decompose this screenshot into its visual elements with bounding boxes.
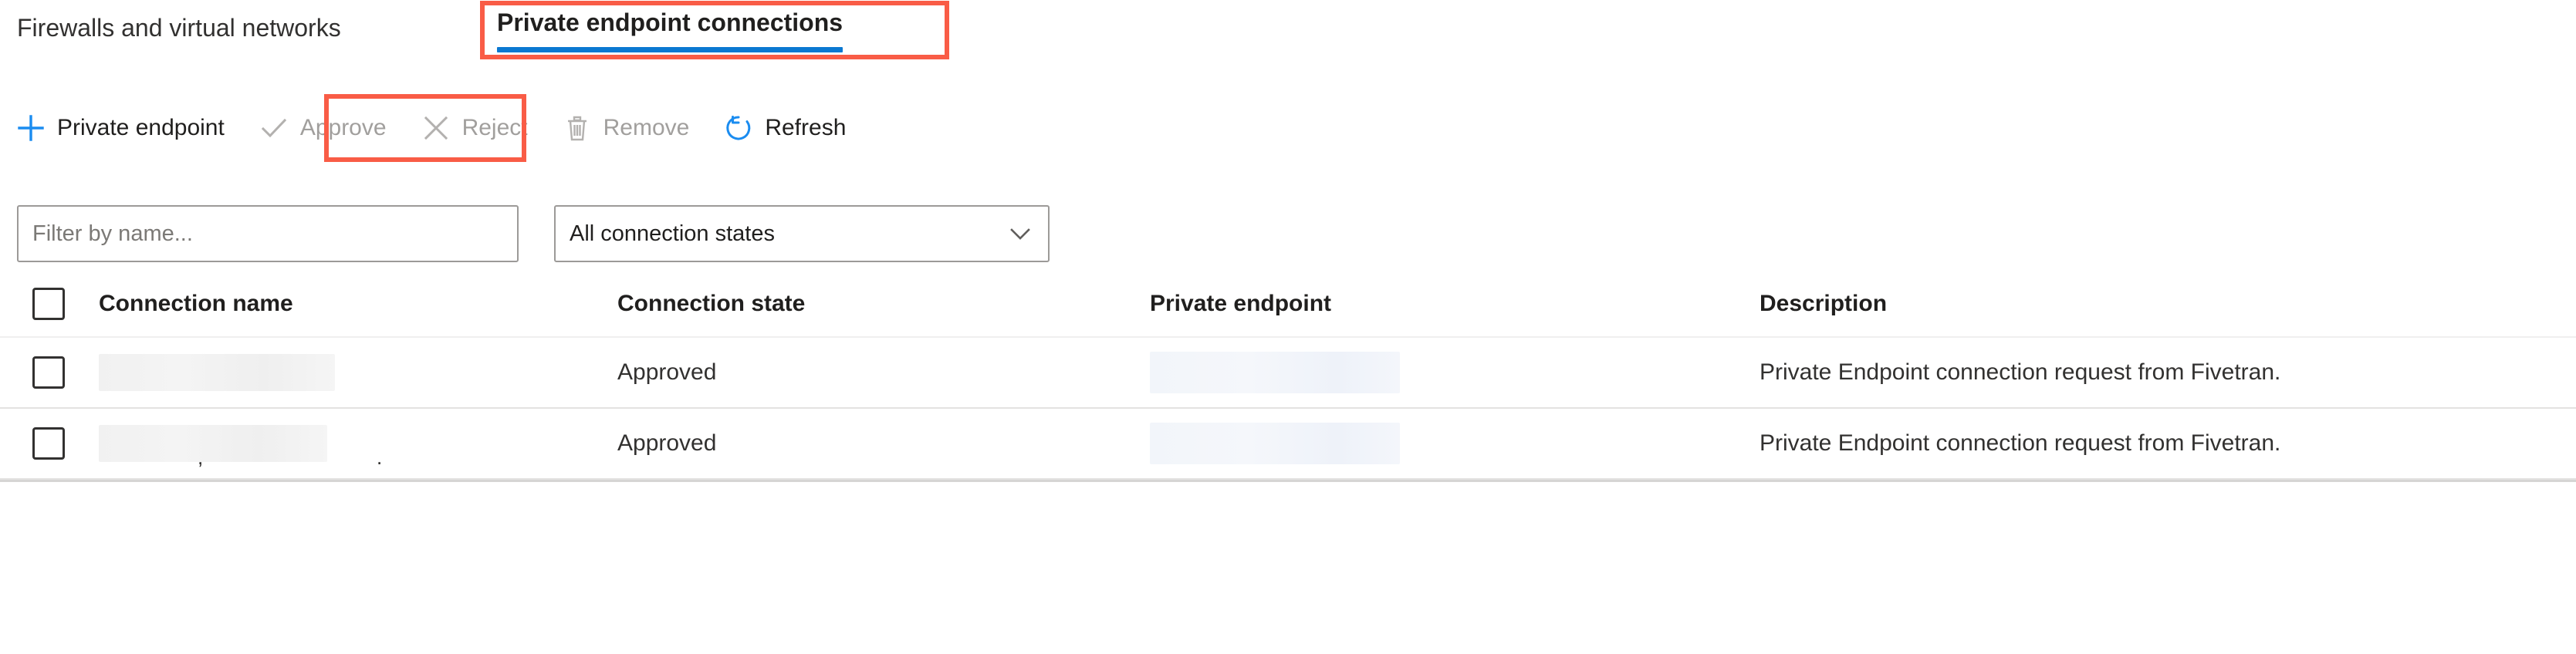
description-value: Private Endpoint connection request from…	[1760, 359, 2281, 385]
redacted-private-endpoint	[1150, 352, 1400, 393]
column-header-private-endpoint[interactable]: Private endpoint	[1150, 271, 1760, 336]
table-row[interactable]: , . Approved Private Endpoint connection…	[0, 409, 2576, 480]
table-bottom-border	[0, 480, 2576, 482]
column-header-private-endpoint-label: Private endpoint	[1150, 291, 1332, 316]
connection-state-dropdown[interactable]: All connection states	[554, 205, 1050, 262]
redacted-private-endpoint	[1150, 423, 1400, 464]
close-icon	[421, 113, 451, 143]
row-checkbox[interactable]	[32, 427, 65, 460]
remove-button[interactable]: Remove	[546, 100, 705, 156]
remove-button-label: Remove	[603, 115, 690, 140]
cell-description: Private Endpoint connection request from…	[1760, 409, 2547, 478]
column-header-description-label: Description	[1760, 291, 1888, 316]
select-all-checkbox[interactable]	[32, 288, 65, 320]
redaction-artifact: .	[377, 446, 383, 469]
row-select-cell	[0, 409, 99, 478]
row-select-cell	[0, 338, 99, 407]
description-value: Private Endpoint connection request from…	[1760, 430, 2281, 456]
connection-state-value: Approved	[617, 430, 717, 456]
cell-connection-state: Approved	[617, 338, 1150, 407]
cell-private-endpoint[interactable]	[1150, 338, 1760, 407]
select-all-cell	[0, 271, 99, 336]
column-header-connection-name[interactable]: Connection name	[99, 271, 617, 336]
column-header-connection-name-label: Connection name	[99, 291, 293, 316]
cell-connection-state: Approved	[617, 409, 1150, 478]
redaction-artifact: ,	[198, 446, 204, 469]
tab-private-endpoint-connections[interactable]: Private endpoint connections	[486, 0, 854, 56]
private-endpoint-button[interactable]: Private endpoint	[0, 100, 240, 156]
tab-firewalls-and-virtual-networks[interactable]: Firewalls and virtual networks	[17, 0, 341, 56]
cell-description: Private Endpoint connection request from…	[1760, 338, 2547, 407]
tab-firewalls-label: Firewalls and virtual networks	[17, 14, 341, 42]
cell-connection-name[interactable]: , .	[99, 409, 617, 478]
active-tab-underline	[497, 46, 843, 52]
reject-button-label: Reject	[461, 115, 528, 140]
cell-connection-name[interactable]	[99, 338, 617, 407]
chevron-down-icon	[1006, 220, 1034, 248]
command-bar: Private endpoint Approve Reject Remove R…	[0, 100, 864, 156]
filter-by-name-input[interactable]	[17, 205, 519, 262]
tab-private-endpoint-connections-label: Private endpoint connections	[497, 8, 843, 36]
connection-state-value: Approved	[617, 359, 717, 385]
refresh-button-label: Refresh	[765, 115, 847, 140]
row-checkbox[interactable]	[32, 356, 65, 389]
column-header-description[interactable]: Description	[1760, 271, 2547, 336]
connections-table: Connection name Connection state Private…	[0, 271, 2576, 482]
refresh-icon	[723, 113, 754, 143]
redacted-connection-name	[99, 425, 327, 462]
column-header-connection-state[interactable]: Connection state	[617, 271, 1150, 336]
table-row[interactable]: Approved Private Endpoint connection req…	[0, 338, 2576, 409]
approve-button-label: Approve	[299, 115, 387, 140]
redacted-connection-name	[99, 354, 335, 391]
plus-icon	[15, 113, 46, 143]
refresh-button[interactable]: Refresh	[708, 100, 861, 156]
check-icon	[259, 113, 289, 143]
table-header-row: Connection name Connection state Private…	[0, 271, 2576, 338]
approve-button[interactable]: Approve	[243, 100, 402, 156]
reject-button[interactable]: Reject	[405, 100, 543, 156]
private-endpoint-button-label: Private endpoint	[57, 115, 225, 140]
tab-strip: Firewalls and virtual networks Private e…	[0, 0, 2576, 60]
trash-icon	[562, 113, 593, 143]
connection-state-dropdown-value: All connection states	[570, 221, 775, 246]
cell-private-endpoint[interactable]	[1150, 409, 1760, 478]
column-header-connection-state-label: Connection state	[617, 291, 806, 316]
